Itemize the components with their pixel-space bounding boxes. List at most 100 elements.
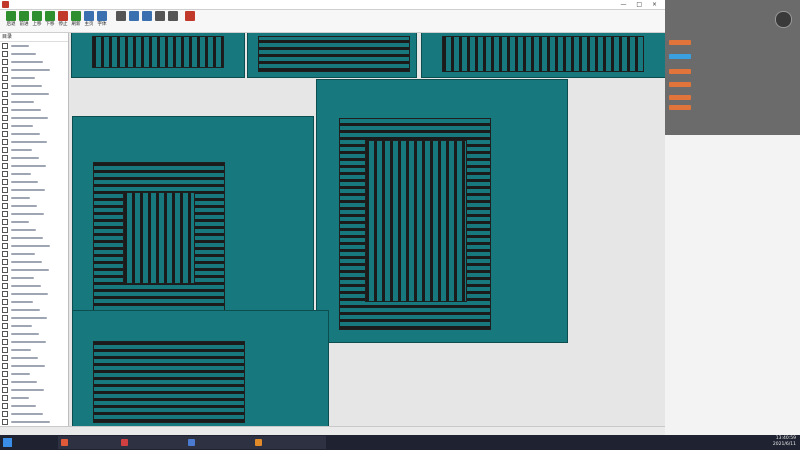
tree-item[interactable] — [0, 242, 68, 250]
tree-item[interactable] — [0, 410, 68, 418]
expand-box-icon[interactable] — [2, 419, 8, 425]
expand-box-icon[interactable] — [2, 107, 8, 113]
close-icon[interactable]: × — [652, 1, 661, 8]
document-canvas[interactable] — [69, 33, 665, 426]
expand-box-icon[interactable] — [2, 307, 8, 313]
taskbar-item[interactable] — [58, 436, 126, 449]
tree-item[interactable] — [0, 226, 68, 234]
toolbar-button[interactable] — [183, 11, 197, 31]
expand-box-icon[interactable] — [2, 259, 8, 265]
expand-box-icon[interactable] — [2, 187, 8, 193]
expand-box-icon[interactable] — [2, 43, 8, 49]
tree-item[interactable] — [0, 42, 68, 50]
expand-box-icon[interactable] — [2, 91, 8, 97]
tree-item[interactable] — [0, 162, 68, 170]
tree-item[interactable] — [0, 98, 68, 106]
expand-box-icon[interactable] — [2, 163, 8, 169]
tree-item[interactable] — [0, 250, 68, 258]
tree-item[interactable] — [0, 122, 68, 130]
expand-box-icon[interactable] — [2, 115, 8, 121]
expand-box-icon[interactable] — [2, 235, 8, 241]
toolbar-button[interactable]: 后退 — [4, 11, 18, 31]
expand-box-icon[interactable] — [2, 139, 8, 145]
expand-box-icon[interactable] — [2, 291, 8, 297]
tree-item[interactable] — [0, 106, 68, 114]
tree-item[interactable] — [0, 234, 68, 242]
expand-box-icon[interactable] — [2, 339, 8, 345]
tree-item[interactable] — [0, 90, 68, 98]
tree-item[interactable] — [0, 146, 68, 154]
toolbar-button[interactable]: 主页 — [82, 11, 96, 31]
expand-box-icon[interactable] — [2, 203, 8, 209]
minimize-icon[interactable]: — — [620, 1, 630, 8]
expand-box-icon[interactable] — [2, 179, 8, 185]
expand-box-icon[interactable] — [2, 347, 8, 353]
tree-item[interactable] — [0, 402, 68, 410]
tree-item[interactable] — [0, 258, 68, 266]
expand-box-icon[interactable] — [2, 299, 8, 305]
expand-box-icon[interactable] — [2, 211, 8, 217]
expand-box-icon[interactable] — [2, 155, 8, 161]
tree-item[interactable] — [0, 114, 68, 122]
tree-item[interactable] — [0, 370, 68, 378]
tree-item[interactable] — [0, 386, 68, 394]
expand-box-icon[interactable] — [2, 395, 8, 401]
toolbar-button[interactable]: 字体 — [95, 11, 109, 31]
tree-item[interactable] — [0, 58, 68, 66]
expand-box-icon[interactable] — [2, 219, 8, 225]
expand-box-icon[interactable] — [2, 363, 8, 369]
tree-item[interactable] — [0, 298, 68, 306]
tree-item[interactable] — [0, 170, 68, 178]
expand-box-icon[interactable] — [2, 147, 8, 153]
tree-item[interactable] — [0, 322, 68, 330]
tree-item[interactable] — [0, 274, 68, 282]
expand-box-icon[interactable] — [2, 51, 8, 57]
expand-box-icon[interactable] — [2, 371, 8, 377]
toolbar-button[interactable] — [153, 11, 167, 31]
tree-item[interactable] — [0, 282, 68, 290]
tree-item[interactable] — [0, 154, 68, 162]
tree-item[interactable] — [0, 202, 68, 210]
toolbar-button[interactable]: 停止 — [56, 11, 70, 31]
tree-item[interactable] — [0, 218, 68, 226]
tree-item[interactable] — [0, 66, 68, 74]
toolbar-button[interactable]: 前进 — [17, 11, 31, 31]
toolbar-button[interactable] — [166, 11, 180, 31]
expand-box-icon[interactable] — [2, 267, 8, 273]
toolbar-button[interactable] — [114, 11, 128, 31]
expand-box-icon[interactable] — [2, 123, 8, 129]
window-controls[interactable]: — □ × — [620, 0, 661, 9]
expand-box-icon[interactable] — [2, 315, 8, 321]
tree-item[interactable] — [0, 290, 68, 298]
expand-box-icon[interactable] — [2, 379, 8, 385]
expand-box-icon[interactable] — [2, 83, 8, 89]
toolbar-button[interactable]: 上移 — [30, 11, 44, 31]
expand-box-icon[interactable] — [2, 75, 8, 81]
toolbar-button[interactable] — [140, 11, 154, 31]
tree-item[interactable] — [0, 378, 68, 386]
tree-item[interactable] — [0, 354, 68, 362]
expand-box-icon[interactable] — [2, 67, 8, 73]
tree-item[interactable] — [0, 418, 68, 426]
tree-item[interactable] — [0, 186, 68, 194]
taskbar-item[interactable] — [185, 436, 261, 449]
tree-item[interactable] — [0, 194, 68, 202]
tree-item[interactable] — [0, 138, 68, 146]
taskbar-item[interactable] — [118, 436, 194, 449]
expand-box-icon[interactable] — [2, 251, 8, 257]
expand-box-icon[interactable] — [2, 275, 8, 281]
tree-item[interactable] — [0, 330, 68, 338]
tree-item[interactable] — [0, 130, 68, 138]
windows-start-icon[interactable] — [3, 438, 12, 447]
expand-box-icon[interactable] — [2, 227, 8, 233]
expand-box-icon[interactable] — [2, 283, 8, 289]
taskbar-item[interactable] — [252, 436, 326, 449]
tree-item[interactable] — [0, 346, 68, 354]
expand-box-icon[interactable] — [2, 331, 8, 337]
expand-box-icon[interactable] — [2, 403, 8, 409]
expand-box-icon[interactable] — [2, 59, 8, 65]
expand-box-icon[interactable] — [2, 411, 8, 417]
tree-item[interactable] — [0, 394, 68, 402]
tree-item[interactable] — [0, 50, 68, 58]
toolbar-button[interactable] — [127, 11, 141, 31]
